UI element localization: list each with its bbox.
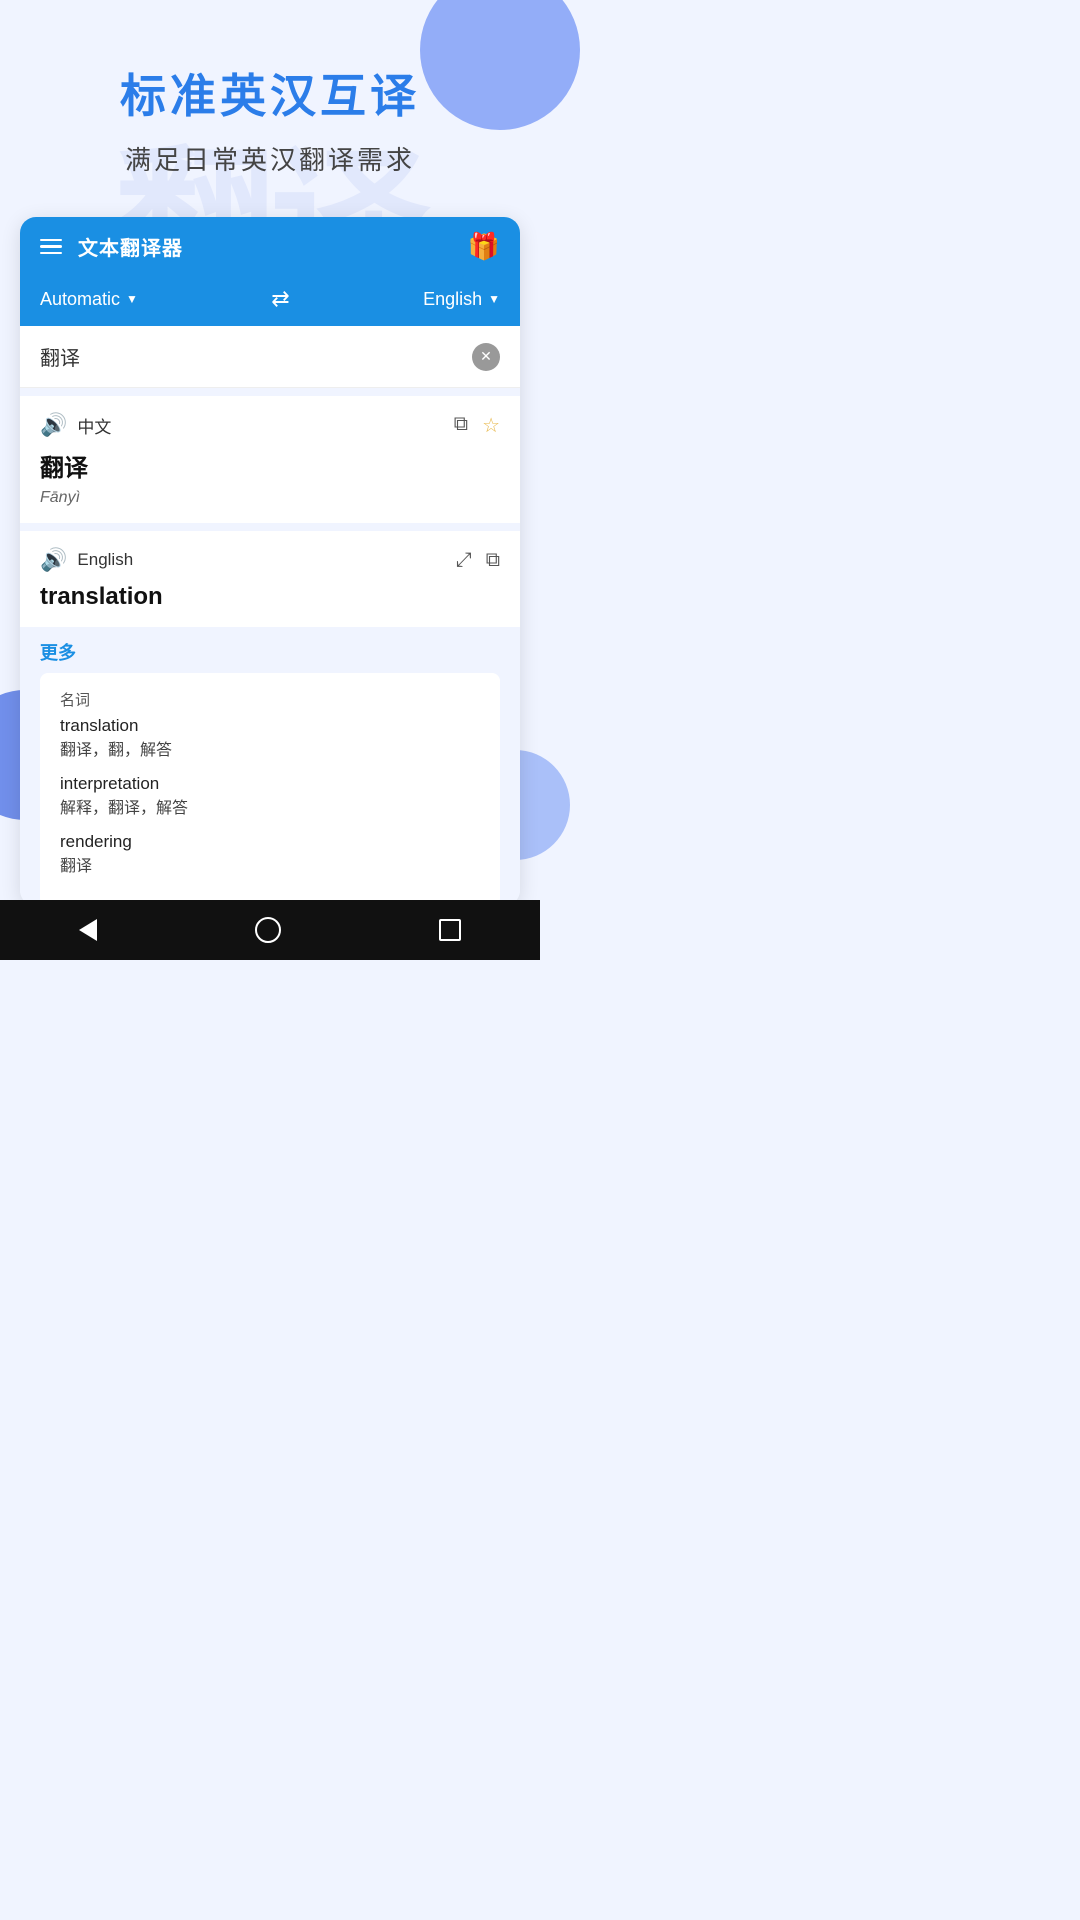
source-lang-arrow: ▼ (126, 292, 138, 306)
more-word-0: translation (60, 716, 480, 736)
target-lang-label: English (423, 289, 482, 310)
more-meaning-2: 翻译 (60, 852, 480, 876)
chinese-pinyin: Fānyì (40, 489, 500, 507)
more-entry-0: translation 翻译，翻，解答 (60, 716, 480, 760)
source-lang-selector[interactable]: Automatic ▼ (40, 289, 138, 310)
more-entry-2: rendering 翻译 (60, 832, 480, 876)
swap-languages-icon[interactable]: ⇄ (271, 286, 289, 312)
favorite-chinese-icon[interactable]: ☆ (482, 413, 500, 438)
more-label: 更多 (40, 639, 500, 665)
nav-back-button[interactable] (79, 919, 97, 941)
sub-title: 满足日常英汉翻译需求 (30, 140, 510, 177)
more-word-1: interpretation (60, 774, 480, 794)
source-lang-label: Automatic (40, 289, 120, 310)
english-speaker-icon[interactable]: 🔊 (40, 547, 67, 573)
target-lang-arrow: ▼ (488, 292, 500, 306)
bottom-nav (0, 900, 540, 960)
more-entry-1: interpretation 解释，翻译，解答 (60, 774, 480, 818)
chinese-lang-left: 🔊 中文 (40, 412, 111, 438)
lang-bar: Automatic ▼ ⇄ English ▼ (20, 276, 520, 326)
copy-english-icon[interactable]: ⧉ (486, 549, 500, 572)
chinese-result-card: 🔊 中文 ⧉ ☆ 翻译 Fānyì (20, 396, 520, 523)
gift-icon[interactable]: 🎁 (468, 231, 500, 262)
app-title: 文本翻译器 (78, 232, 183, 261)
app-header-left: 文本翻译器 (40, 232, 183, 261)
header-section: 标准英汉互译 满足日常英汉翻译需求 (0, 0, 540, 207)
english-lang-left: 🔊 English (40, 547, 133, 573)
input-text[interactable]: 翻译 (40, 342, 472, 371)
nav-recent-button[interactable] (439, 919, 461, 941)
more-meaning-0: 翻译，翻，解答 (60, 736, 480, 760)
more-meaning-1: 解释，翻译，解答 (60, 794, 480, 818)
more-card: 名词 translation 翻译，翻，解答 interpretation 解释… (40, 673, 500, 906)
english-main-text: translation (40, 583, 500, 611)
cards-area: 翻译 🔊 中文 ⧉ ☆ 翻译 Fānyì 🔊 (20, 326, 520, 906)
part-of-speech-label: 名词 (60, 689, 480, 710)
app-header: 文本翻译器 🎁 (20, 217, 520, 276)
nav-home-button[interactable] (255, 917, 281, 943)
english-lang-label: English (77, 550, 133, 570)
english-card-actions: ⤢ ⧉ (456, 549, 500, 572)
hamburger-menu-icon[interactable] (40, 239, 62, 255)
chinese-speaker-icon[interactable]: 🔊 (40, 412, 67, 438)
app-container: 文本翻译器 🎁 Automatic ▼ ⇄ English ▼ 翻译 🔊 中文 (20, 217, 520, 906)
more-word-2: rendering (60, 832, 480, 852)
target-lang-selector[interactable]: English ▼ (423, 289, 500, 310)
chinese-card-header: 🔊 中文 ⧉ ☆ (40, 412, 500, 438)
main-title: 标准英汉互译 (30, 60, 510, 126)
open-english-icon[interactable]: ⤢ (456, 549, 472, 572)
chinese-lang-label: 中文 (77, 413, 111, 438)
input-card: 翻译 (20, 326, 520, 388)
clear-input-button[interactable] (472, 343, 500, 371)
chinese-main-text: 翻译 (40, 448, 500, 483)
copy-chinese-icon[interactable]: ⧉ (454, 413, 468, 438)
more-section: 更多 名词 translation 翻译，翻，解答 interpretation… (20, 627, 520, 906)
chinese-card-actions: ⧉ ☆ (454, 413, 500, 438)
english-card-header: 🔊 English ⤢ ⧉ (40, 547, 500, 573)
english-result-card: 🔊 English ⤢ ⧉ translation (20, 531, 520, 627)
